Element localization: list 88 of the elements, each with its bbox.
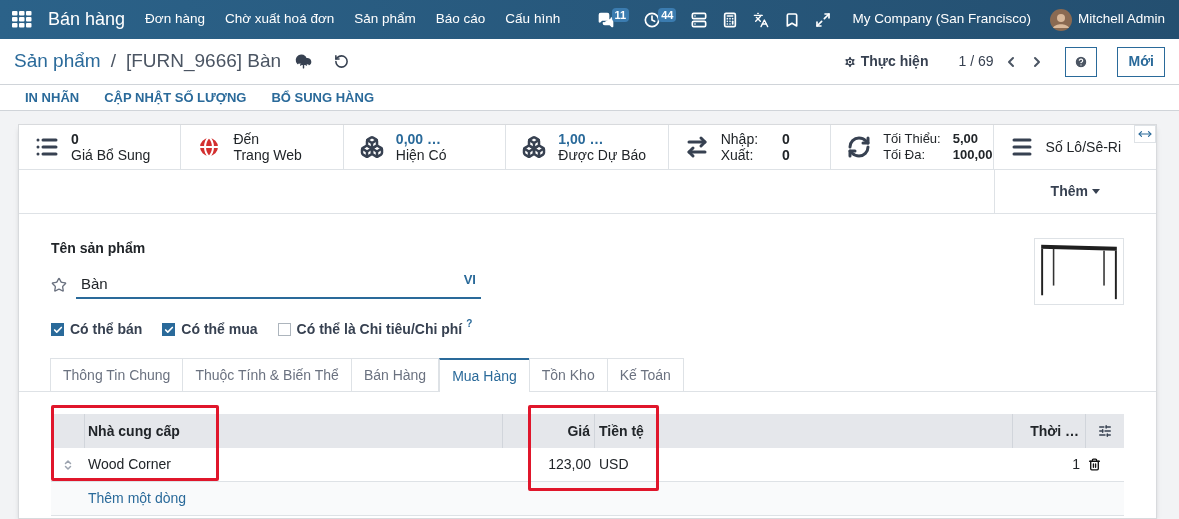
form-tab[interactable]: Bán Hàng [350,358,440,392]
caret-icon [1091,189,1100,194]
stat-label: Tối Đa: [883,147,927,163]
nav-menu-item[interactable]: Chờ xuất hoá đơn [225,9,335,30]
stat-value: 0,00 … [395,131,442,147]
save-icon[interactable] [295,53,313,70]
fullscreen-icon[interactable] [815,11,832,28]
checkbox[interactable] [51,323,64,336]
stat-button[interactable]: 0 Giá Bổ Sung [19,125,182,169]
form-tab[interactable]: Kế Toán [606,358,684,392]
header-action-button[interactable]: BỔ SUNG HÀNG [271,87,374,108]
stat-label: Hiện Có [395,147,447,163]
stat-button[interactable]: Số Lô/Sê-Ri [993,125,1156,169]
action-menu-button[interactable]: Thực hiện [842,51,929,72]
server-icon[interactable] [691,11,708,28]
messages-button[interactable]: 11 [597,11,630,28]
stat-label: Số Lô/Sê-Ri [1045,139,1122,155]
column-header: Thời … [1013,414,1086,448]
favorite-star-icon[interactable] [51,277,67,293]
nav-menu-item[interactable]: Đơn hàng [145,9,205,30]
help-mark[interactable]: ? [466,319,473,329]
checkbox-option[interactable]: Có thể là Chi tiêu/Chi phí ? [277,319,473,340]
form-tab[interactable]: Thông Tin Chung [50,358,184,392]
help-button[interactable] [1065,46,1098,77]
bookmark-icon[interactable] [784,11,801,28]
stat-value: 100,00 [952,147,993,163]
stat-button[interactable]: 0,00 … Hiện Có [343,125,507,169]
activities-button[interactable]: 44 [644,11,677,28]
delete-icon[interactable] [1088,458,1101,471]
user-menu[interactable]: Mitchell Admin [1049,8,1165,31]
nav-menu-item[interactable]: Báo cáo [435,9,486,30]
boxes-icon [522,135,547,159]
checkbox-option[interactable]: Có thể mua [162,319,258,340]
stat-label: Xuất: [720,147,755,163]
column-header: Nhà cung cấp [85,414,503,448]
stat-button[interactable]: 1,00 … Được Dự Báo [506,125,669,169]
language-link[interactable]: VI [463,270,476,290]
breadcrumb-link[interactable]: Sản phẩm [14,47,101,76]
breadcrumb-separator: / [110,49,116,74]
stat-value: 0 [782,147,790,163]
notification-badge: 11 [611,7,630,22]
avatar-icon [1049,8,1072,31]
stat-value: 1,00 … [558,131,605,147]
boxes-icon [359,135,384,159]
checkbox-option[interactable]: Có thể bán [51,319,143,340]
product-name-field[interactable]: Bàn VI [76,271,481,299]
pager-value: 1 / 69 [958,52,994,71]
column-settings-icon[interactable] [1098,424,1112,438]
refresh-icon [847,135,872,159]
stat-value: Đến [233,131,261,147]
checkbox[interactable] [162,323,176,336]
stat-value: 0 [782,131,790,147]
stat-label: Được Dự Báo [558,147,647,163]
stat-label: Nhập: [720,131,759,147]
stat-button[interactable]: Đến Trang Web [181,125,344,169]
stat-label: Giá Bổ Sung [71,147,151,163]
add-line-link[interactable]: Thêm một dòng [88,488,187,509]
translate-icon[interactable] [753,11,770,28]
discard-icon[interactable] [334,54,350,69]
help-icon [1074,54,1089,69]
nav-menu-item[interactable]: Cấu hình [505,9,561,30]
record-title: [FURN_9666] Bàn [125,49,282,74]
clock-icon [644,11,661,28]
new-button[interactable]: Mới [1117,46,1165,77]
stat-value: 5,00 [952,131,980,147]
drag-handle-icon[interactable] [62,458,74,471]
chat-icon [597,11,614,28]
apps-menu-icon[interactable] [12,10,32,29]
notification-badge: 44 [658,7,677,22]
app-name[interactable]: Bán hàng [48,6,126,33]
stat-label: Tối Thiểu: [883,131,941,147]
company-switcher[interactable]: My Company (San Francisco) [852,9,1031,30]
gear-icon [842,54,857,69]
stat-label: Trang Web [233,147,302,163]
calculator-icon[interactable] [722,11,739,28]
header-action-button[interactable]: IN NHÃN [25,87,80,108]
expand-toggle-button[interactable] [1134,125,1156,143]
column-header: Tiền tệ [595,414,1013,448]
stat-button[interactable]: Tối Thiểu: 5,00 Tối Đa: 100,00 [831,125,994,169]
header-action-button[interactable]: CẬP NHẬT SỐ LƯỢNG [104,87,247,108]
nav-menu-item[interactable]: Sản phẩm [354,9,416,30]
stat-button[interactable]: Nhập: 0 Xuất: 0 [668,125,832,169]
column-header: Giá [503,414,595,448]
field-label: Tên sản phẩm [51,239,147,258]
form-tab[interactable]: Mua Hàng [439,358,530,392]
more-button[interactable]: Thêm [993,170,1156,213]
stat-value: 0 [71,131,80,147]
checkbox[interactable] [277,323,291,336]
